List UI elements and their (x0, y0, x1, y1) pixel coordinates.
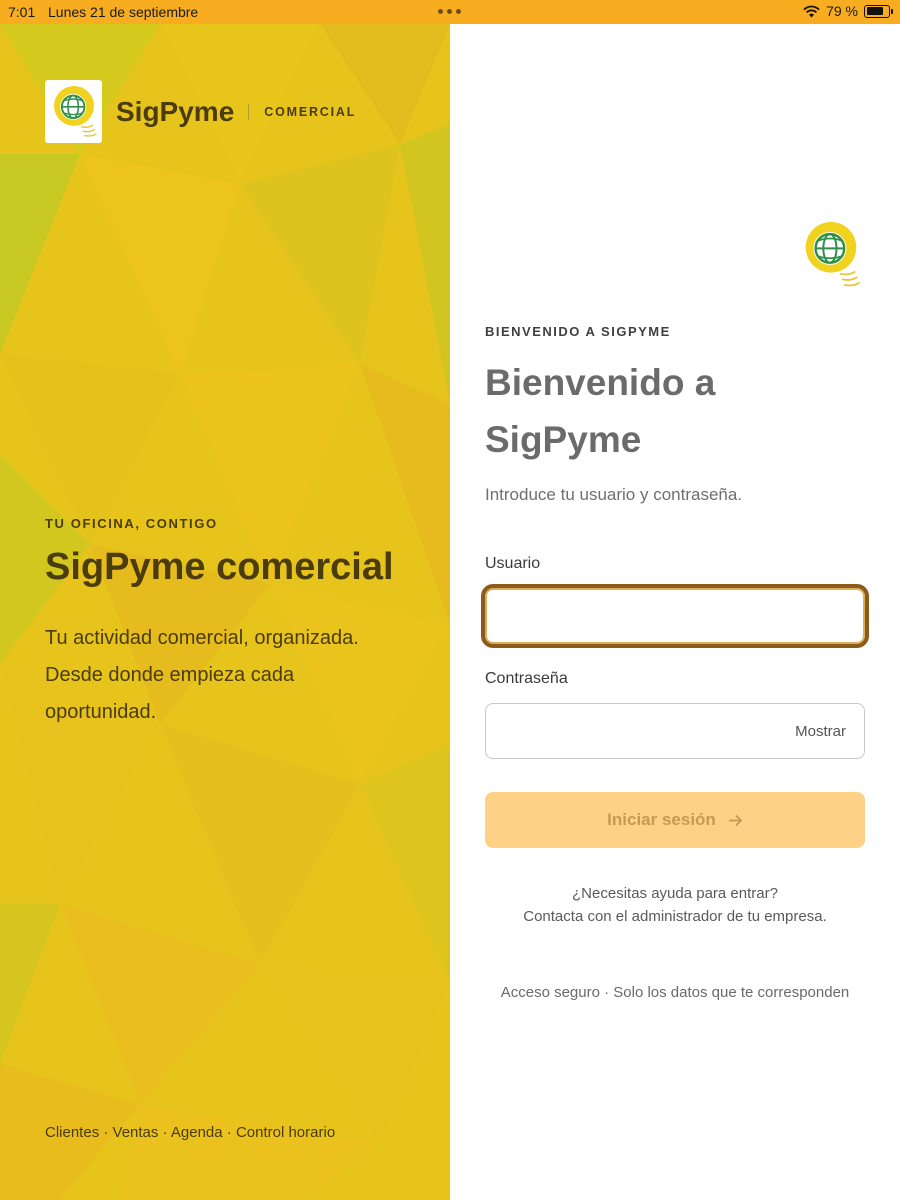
login-intro: Introduce tu usuario y contraseña. (485, 485, 743, 504)
show-password-button[interactable]: Mostrar (795, 723, 846, 740)
geometric-background (0, 24, 450, 1200)
hero-title: SigPyme comercial (45, 546, 394, 588)
brand-name: SigPyme (116, 95, 235, 127)
secure-note: Acceso seguro · Solo los datos que te co… (500, 984, 850, 1001)
globe-lightbulb-logo (805, 222, 861, 287)
username-label: Usuario (485, 555, 541, 572)
battery-icon (864, 4, 893, 18)
wifi-icon (803, 5, 820, 17)
status-time: 7:01 (8, 4, 36, 20)
hero-tagline: TU OFICINA, CONTIGO (45, 516, 218, 531)
hero-footer: Clientes · Ventas · Agenda · Control hor… (45, 1124, 336, 1141)
hero-description: Tu actividad comercial, organizada. Desd… (45, 620, 405, 731)
login-heading-line: SigPyme (485, 419, 642, 460)
status-date: Lunes 21 de septiembre (48, 4, 199, 20)
brand-header: SigPyme COMERCIAL (45, 80, 356, 143)
username-input[interactable] (487, 590, 863, 642)
hero-description-line: Tu actividad comercial, organizada. (45, 627, 359, 649)
status-right: 79 % (803, 3, 893, 19)
login-button[interactable]: Iniciar sesión (485, 792, 865, 848)
password-label: Contraseña (485, 670, 568, 687)
login-button-label: Iniciar sesión (607, 810, 716, 829)
brand-logo (45, 80, 102, 143)
help-line: ¿Necesitas ayuda para entrar? (572, 885, 778, 902)
globe-lightbulb-logo (53, 85, 97, 137)
login-eyebrow: BIENVENIDO A SIGPYME (485, 324, 671, 339)
login-panel: BIENVENIDO A SIGPYME Bienvenido a SigPym… (450, 24, 900, 1200)
hero-panel: SigPyme COMERCIAL TU OFICINA, CONTIGO Si… (0, 24, 450, 1200)
hero-description-line: Desde donde empieza cada (45, 664, 295, 686)
multitask-dots-icon[interactable] (438, 9, 461, 14)
login-heading: Bienvenido a SigPyme (485, 354, 855, 468)
help-line: Contacta con el administrador de tu empr… (523, 908, 827, 925)
username-field[interactable] (485, 588, 865, 644)
arrow-right-icon (728, 814, 743, 826)
help-text: ¿Necesitas ayuda para entrar? Contacta c… (485, 882, 865, 928)
battery-percent: 79 % (826, 3, 858, 19)
brand-divider (248, 103, 250, 120)
status-bar: 7:01 Lunes 21 de septiembre 79 % (0, 0, 900, 24)
login-heading-line: Bienvenido a (485, 362, 716, 403)
password-field[interactable]: Mostrar (485, 703, 865, 759)
hero-description-line: oportunidad. (45, 701, 157, 723)
brand-subtitle: COMERCIAL (264, 104, 357, 119)
